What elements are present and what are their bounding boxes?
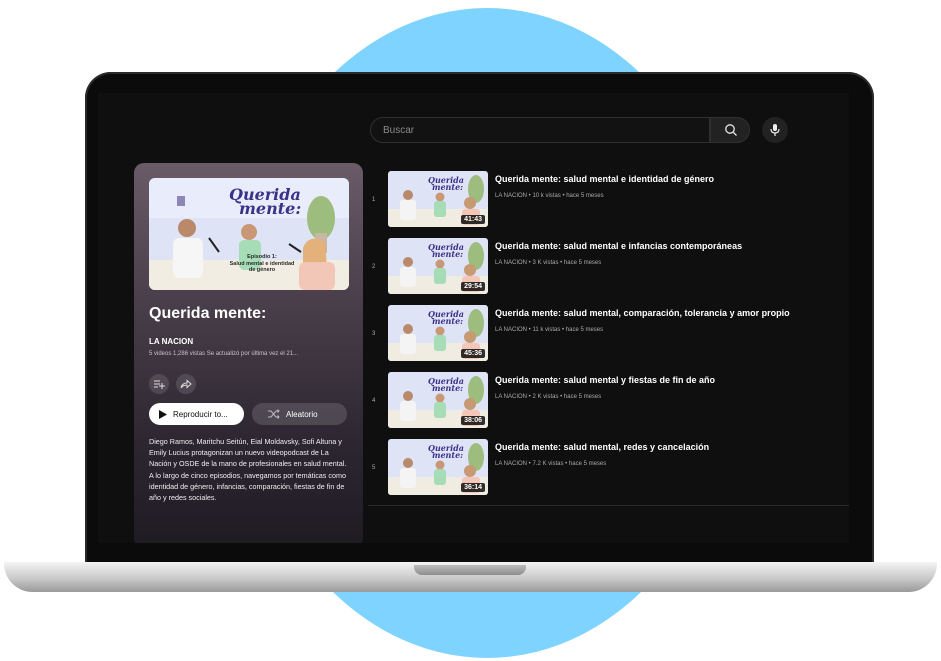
video-list-item[interactable]: 1 Querida mente: 41:43 Querida mente: salud … (368, 171, 838, 231)
video-list-item[interactable]: 5 Querida mente: 36:14 Querida mente: salud … (368, 439, 838, 499)
video-thumbnail[interactable]: Querida mente: 45:36 (388, 305, 488, 361)
video-duration: 45:36 (461, 349, 485, 358)
microphone-icon (770, 124, 780, 136)
play-icon (159, 409, 167, 419)
playlist-thumbnail[interactable]: Querida mente: Episodio 1: Salud mental … (149, 178, 349, 290)
list-divider (368, 505, 849, 506)
search-icon (725, 124, 737, 136)
video-list-item[interactable]: 2 Querida mente: 29:54 Querida mente: salud … (368, 238, 838, 298)
video-index: 1 (372, 197, 376, 203)
video-index: 4 (372, 398, 376, 404)
voice-search-button[interactable] (762, 117, 788, 143)
search-field[interactable] (370, 117, 710, 143)
video-meta: LA NACION • 10 k vistas • hace 5 meses (495, 193, 604, 199)
video-duration: 41:43 (461, 215, 485, 224)
video-meta: LA NACION • 11 k vistas • hace 5 meses (495, 327, 604, 333)
save-playlist-button[interactable] (149, 374, 169, 394)
video-meta: LA NACION • 3 K vistas • hace 5 meses (495, 260, 602, 266)
video-meta: LA NACION • 2 K vistas • hace 5 meses (495, 394, 602, 400)
video-thumbnail[interactable]: Querida mente: 29:54 (388, 238, 488, 294)
video-title[interactable]: Querida mente: salud mental e identidad … (495, 174, 714, 184)
play-all-label: Reproducir to... (173, 409, 228, 419)
shuffle-label: Aleatorio (286, 409, 318, 419)
video-thumbnail[interactable]: Querida mente: 36:14 (388, 439, 488, 495)
laptop-notch (414, 565, 526, 575)
video-title[interactable]: Querida mente: salud mental y fiestas de… (495, 375, 715, 385)
share-button[interactable] (176, 374, 196, 394)
playlist-header-panel: Querida mente: Episodio 1: Salud mental … (134, 163, 363, 543)
video-duration: 29:54 (461, 282, 485, 291)
video-title[interactable]: Querida mente: salud mental, comparación… (495, 308, 790, 318)
shuffle-icon (268, 409, 280, 419)
video-title[interactable]: Querida mente: salud mental, redes y can… (495, 442, 709, 452)
video-index: 5 (372, 465, 376, 471)
add-to-library-icon (154, 380, 165, 389)
thumbnail-episode-text: Episodio 1: Salud mental e identidad de … (227, 254, 297, 274)
video-thumbnail[interactable]: Querida mente: 41:43 (388, 171, 488, 227)
svg-text:mente:: mente: (432, 249, 463, 259)
browser-screen: Querida mente: Episodio 1: Salud mental … (98, 93, 849, 543)
share-icon (180, 379, 192, 389)
playlist-stats: 5 videos 1,286 vistas Se actualizó por ú… (149, 351, 299, 357)
search-button[interactable] (710, 117, 750, 143)
video-index: 2 (372, 264, 376, 270)
svg-text:mente:: mente: (432, 316, 463, 326)
video-list-item[interactable]: 4 Querida mente: 38:06 Querida mente: salud … (368, 372, 838, 432)
video-duration: 36:14 (461, 483, 485, 492)
search-input[interactable] (383, 118, 683, 142)
play-all-button[interactable]: Reproducir to... (149, 403, 244, 425)
video-list-item[interactable]: 3 Querida mente: 45:36 Querida mente: salud … (368, 305, 838, 365)
thumbnail-title-text: Querida mente: (229, 187, 302, 218)
video-title[interactable]: Querida mente: salud mental e infancias … (495, 241, 742, 251)
playlist-description: Diego Ramos, Maritchu Seitún, Eial Molda… (149, 437, 347, 503)
thumbnail-episode-title: Salud mental e identidad de género (229, 260, 295, 274)
svg-text:mente:: mente: (432, 182, 463, 192)
video-index: 3 (372, 331, 376, 337)
svg-text:mente:: mente: (432, 383, 463, 393)
channel-name[interactable]: LA NACION (149, 337, 193, 346)
video-meta: LA NACION • 7.2 K vistas • hace 5 meses (495, 461, 607, 467)
shuffle-button[interactable]: Aleatorio (252, 403, 347, 425)
svg-text:mente:: mente: (432, 450, 463, 460)
video-thumbnail[interactable]: Querida mente: 38:06 (388, 372, 488, 428)
playlist-title: Querida mente: (149, 305, 267, 322)
thumbnail-title-line2: mente: (239, 199, 302, 218)
video-duration: 38:06 (461, 416, 485, 425)
